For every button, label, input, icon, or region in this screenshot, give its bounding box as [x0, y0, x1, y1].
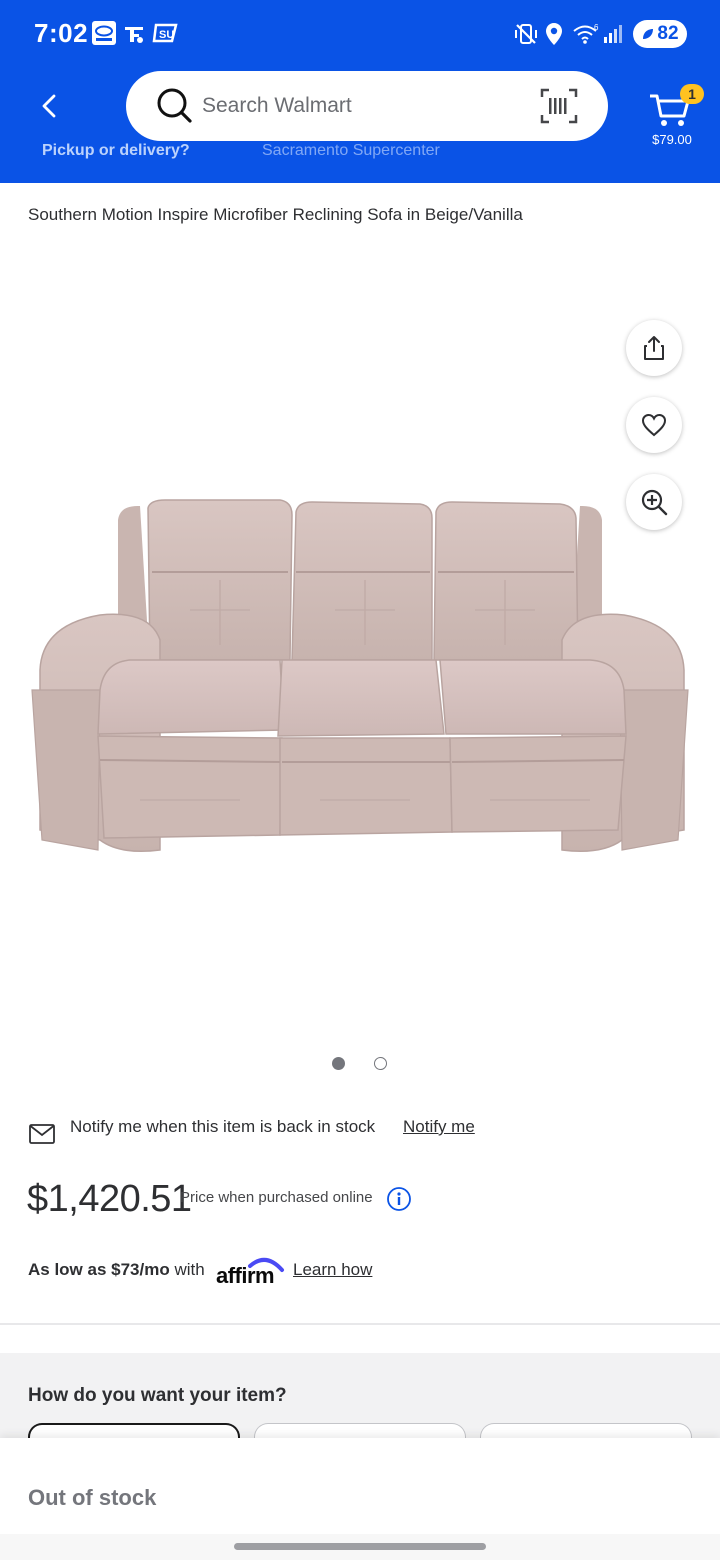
- affirm-logo: affirm: [214, 1254, 286, 1288]
- notify-text: Notify me when this item is back in stoc…: [70, 1117, 376, 1136]
- location-icon: [544, 22, 564, 51]
- share-button[interactable]: [626, 320, 682, 376]
- search-icon: [156, 87, 194, 130]
- battery-level: 82: [657, 23, 679, 44]
- svg-text:SU: SU: [159, 29, 174, 41]
- pickup-delivery-label: Pickup or delivery?: [42, 142, 190, 159]
- battery-leaf-icon: [643, 29, 654, 39]
- notify-row: Notify me when this item is back in stoc…: [28, 1112, 692, 1148]
- chevron-left-icon: [42, 94, 56, 118]
- flipboard-app-icon: [122, 20, 146, 46]
- status-bar: 7:02 SU 6 82: [0, 0, 720, 68]
- battery-indicator: 82: [633, 20, 687, 48]
- zoom-in-icon: [641, 489, 668, 516]
- financing-with: with: [169, 1260, 205, 1279]
- section-divider: [0, 1323, 720, 1325]
- signal-icon: [602, 22, 626, 51]
- pickup-delivery-strip[interactable]: Pickup or delivery? Sacramento Supercent…: [42, 142, 692, 162]
- app-header: 7:02 SU 6 82 Search Walmart 1 $79.00 Pic…: [0, 0, 720, 183]
- financing-row: As low as $73/mo with affirm Learn how: [28, 1254, 692, 1290]
- notify-me-link[interactable]: Notify me: [403, 1117, 475, 1137]
- product-title: Southern Motion Inspire Microfiber Recli…: [28, 205, 523, 224]
- favorite-button[interactable]: [626, 397, 682, 453]
- affirm-wordmark: affirm: [216, 1263, 275, 1288]
- mute-vibrate-icon: [514, 22, 538, 51]
- product-image-carousel[interactable]: [0, 250, 720, 1040]
- financing-text: As low as $73/mo with: [28, 1260, 205, 1280]
- fulfillment-title: How do you want your item?: [28, 1385, 287, 1406]
- heart-icon: [641, 413, 667, 437]
- status-time: 7:02: [34, 18, 89, 48]
- learn-how-link[interactable]: Learn how: [293, 1260, 372, 1280]
- product-price: $1,420.51: [27, 1178, 192, 1220]
- sports-app-icon: SU: [152, 20, 180, 46]
- monthly-amount: As low as $73/mo: [28, 1260, 170, 1279]
- barcode-scan-icon[interactable]: [540, 88, 578, 129]
- cart-count-badge: 1: [680, 84, 704, 104]
- search-bar[interactable]: [126, 71, 608, 141]
- screen: 7:02 SU 6 82 Search Walmart 1 $79.00 Pic…: [0, 0, 720, 1560]
- sofa-image: [31, 499, 689, 852]
- carousel-dot-active[interactable]: [332, 1057, 345, 1070]
- carousel-indicator: [0, 1057, 720, 1071]
- info-icon[interactable]: [386, 1186, 412, 1217]
- search-input[interactable]: [202, 92, 522, 120]
- svg-text:6: 6: [594, 23, 599, 32]
- out-of-stock-label: Out of stock: [28, 1485, 157, 1510]
- store-label: Sacramento Supercenter: [262, 142, 440, 159]
- wifi-icon: 6: [572, 22, 600, 51]
- back-button[interactable]: [34, 88, 64, 124]
- share-icon: [644, 336, 664, 360]
- price-note: Price when purchased online: [180, 1189, 373, 1206]
- hyundai-app-icon: [92, 20, 116, 46]
- zoom-button[interactable]: [626, 474, 682, 530]
- mail-icon: [28, 1122, 56, 1151]
- home-gesture-bar[interactable]: [234, 1543, 486, 1550]
- carousel-dot[interactable]: [374, 1057, 387, 1070]
